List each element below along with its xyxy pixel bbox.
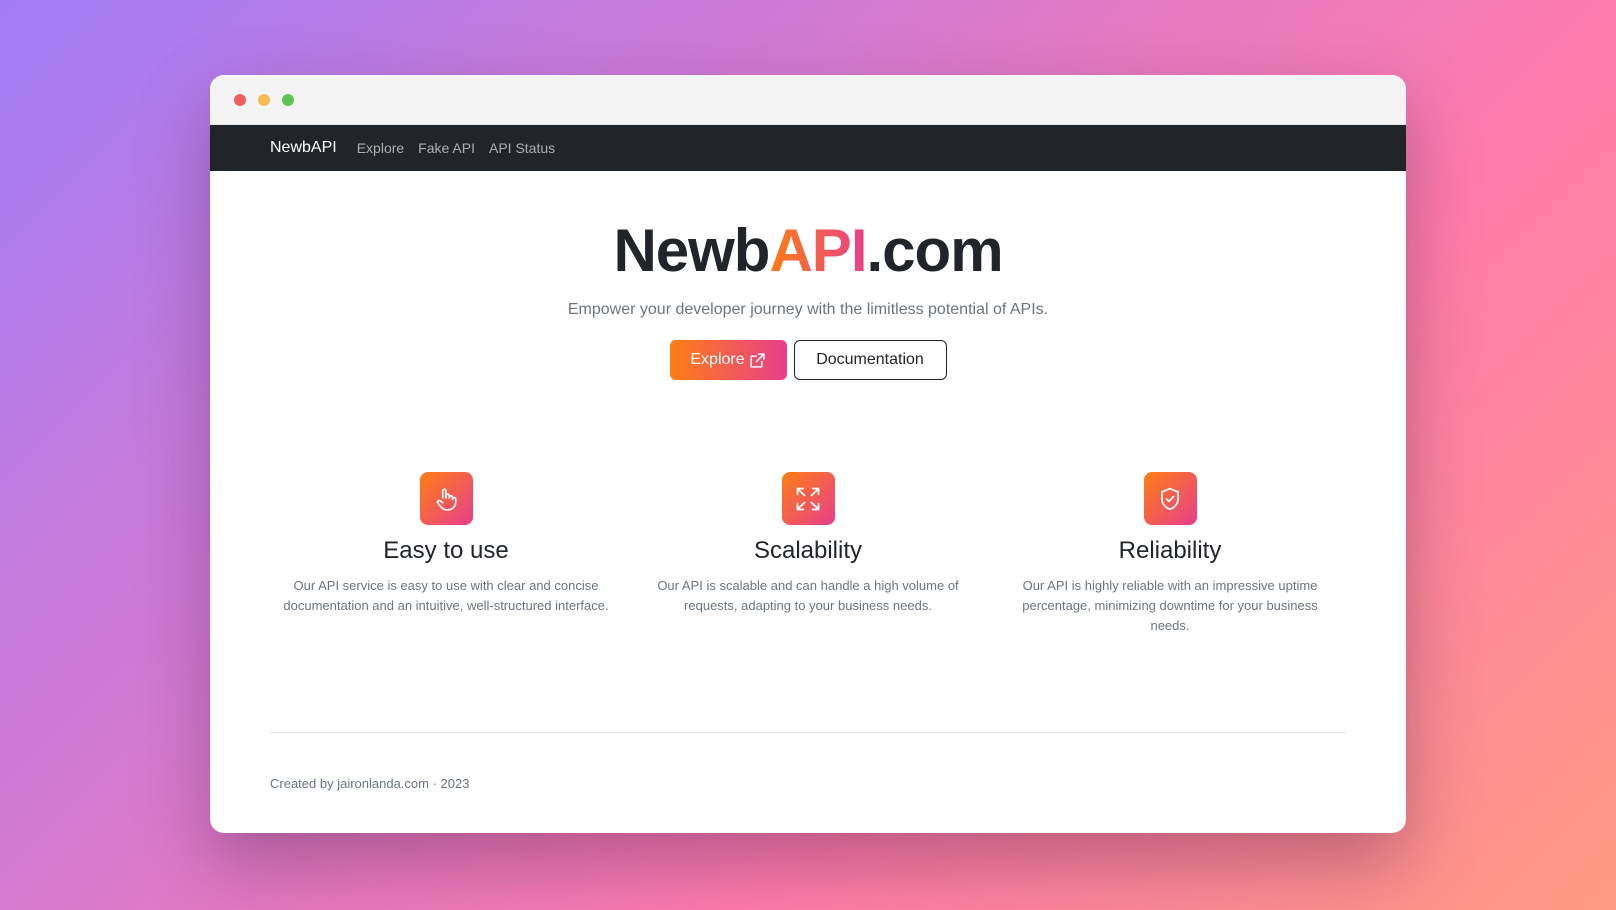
shield-check-icon — [1161, 487, 1179, 510]
feature-description: Our API is highly reliable with an impre… — [1022, 578, 1318, 633]
nav-link-explore[interactable]: Explore — [357, 140, 404, 156]
hero-section: NewbAPI.com Empower your developer journ… — [210, 171, 1406, 380]
navbar: NewbAPI Explore Fake API API Status — [210, 125, 1406, 171]
feature-title: Scalability — [753, 537, 863, 564]
feature-title: Easy to use — [383, 537, 509, 564]
feature-easy-to-use: Easy to use Our API service is easy to u… — [270, 472, 622, 636]
hero-title-suffix: .com — [866, 217, 1004, 284]
explore-button[interactable]: Explore — [669, 340, 787, 380]
feature-scalability: Scalability Our API is scalable and can … — [632, 472, 984, 636]
minimize-window-button[interactable] — [258, 94, 270, 106]
footer-credit: Created by jaironlanda.com · 2023 — [270, 776, 470, 791]
feature-icon-box — [419, 472, 473, 525]
feature-icon-box — [1143, 472, 1197, 525]
browser-window: NewbAPI Explore Fake API API Status Newb… — [210, 75, 1406, 833]
navbar-brand[interactable]: NewbAPI — [270, 139, 337, 157]
feature-description: Our API is scalable and can handle a hig… — [657, 578, 959, 613]
hero-title: NewbAPI.com — [210, 221, 1406, 281]
documentation-button[interactable]: Documentation — [793, 340, 947, 380]
feature-title: Reliability — [1118, 537, 1222, 564]
window-titlebar — [210, 75, 1406, 125]
nav-link-api-status[interactable]: API Status — [489, 140, 555, 156]
feature-icon-box — [781, 472, 835, 525]
maximize-window-button[interactable] — [282, 94, 294, 106]
feature-reliability: Reliability Our API is highly reliable w… — [994, 472, 1346, 636]
footer: Created by jaironlanda.com · 2023 — [270, 732, 1346, 791]
explore-button-label: Explore — [690, 351, 745, 368]
hero-tagline: Empower your developer journey with the … — [567, 301, 1049, 318]
hand-pointer-icon — [436, 488, 457, 511]
hero-title-accent: API — [769, 217, 867, 284]
features-section: Easy to use Our API service is easy to u… — [210, 472, 1406, 636]
hero-buttons: Explore Documentation — [210, 340, 1406, 380]
nav-link-fake-api[interactable]: Fake API — [418, 140, 475, 156]
close-window-button[interactable] — [234, 94, 246, 106]
external-link-icon — [750, 352, 765, 368]
feature-description: Our API service is easy to use with clea… — [283, 578, 609, 613]
arrows-expand-icon — [796, 487, 820, 510]
hero-title-prefix: Newb — [613, 217, 770, 284]
